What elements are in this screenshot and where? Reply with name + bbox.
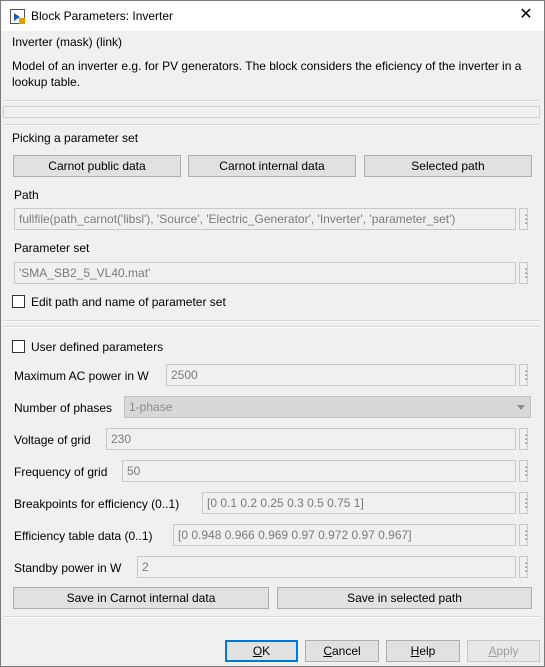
divider bbox=[3, 326, 540, 328]
more-options-icon[interactable] bbox=[519, 262, 528, 284]
breakpoints-field[interactable]: [0 0.1 0.2 0.25 0.3 0.5 0.75 1] bbox=[202, 492, 516, 514]
parameter-set-field[interactable]: 'SMA_SB2_5_VL40.mat' bbox=[14, 262, 516, 284]
max-ac-power-label: Maximum AC power in W bbox=[14, 369, 149, 383]
parameter-set-heading: Picking a parameter set bbox=[12, 131, 139, 145]
empty-panel bbox=[3, 106, 540, 118]
divider bbox=[3, 320, 540, 322]
more-options-icon[interactable] bbox=[519, 364, 528, 386]
save-selected-path-button[interactable]: Save in selected path bbox=[277, 587, 532, 609]
window-title: Block Parameters: Inverter bbox=[31, 9, 174, 23]
efficiency-table-label: Efficiency table data (0..1) bbox=[14, 529, 153, 543]
frequency-of-grid-label: Frequency of grid bbox=[14, 465, 108, 479]
cancel-button[interactable]: Cancel bbox=[305, 640, 379, 662]
voltage-of-grid-label: Voltage of grid bbox=[14, 433, 91, 447]
more-options-icon[interactable] bbox=[519, 556, 528, 578]
selected-path-button[interactable]: Selected path bbox=[364, 155, 532, 177]
number-of-phases-value: 1-phase bbox=[129, 400, 173, 414]
title-bar: Block Parameters: Inverter ✕ bbox=[0, 0, 545, 31]
parameter-set-label: Parameter set bbox=[14, 241, 90, 255]
chevron-down-icon bbox=[517, 405, 525, 410]
more-options-icon[interactable] bbox=[519, 460, 528, 482]
efficiency-table-field[interactable]: [0 0.948 0.966 0.969 0.97 0.972 0.97 0.9… bbox=[173, 524, 516, 546]
simulink-block-icon bbox=[10, 9, 25, 24]
standby-power-label: Standby power in W bbox=[14, 561, 122, 575]
voltage-of-grid-field[interactable]: 230 bbox=[106, 428, 516, 450]
breakpoints-label: Breakpoints for efficiency (0..1) bbox=[14, 497, 180, 511]
path-label: Path bbox=[14, 188, 39, 202]
user-defined-parameters-checkbox[interactable] bbox=[12, 340, 25, 353]
number-of-phases-label: Number of phases bbox=[14, 401, 113, 415]
edit-path-checkbox[interactable] bbox=[12, 295, 25, 308]
frequency-of-grid-field[interactable]: 50 bbox=[122, 460, 516, 482]
more-options-icon[interactable] bbox=[519, 524, 528, 546]
divider bbox=[3, 616, 540, 618]
more-options-icon[interactable] bbox=[519, 208, 528, 230]
number-of-phases-select[interactable]: 1-phase bbox=[124, 396, 531, 418]
ok-button[interactable]: OK bbox=[225, 640, 298, 662]
more-options-icon[interactable] bbox=[519, 428, 528, 450]
mask-description: Model of an inverter e.g. for PV generat… bbox=[12, 59, 522, 89]
help-button[interactable]: Help bbox=[386, 640, 460, 662]
divider bbox=[3, 124, 540, 126]
close-icon[interactable]: ✕ bbox=[518, 7, 534, 23]
path-field[interactable]: fullfile(path_carnot('libsl'), 'Source',… bbox=[14, 208, 516, 230]
carnot-public-data-button[interactable]: Carnot public data bbox=[13, 155, 181, 177]
apply-button[interactable]: Apply bbox=[467, 640, 540, 662]
standby-power-field[interactable]: 2 bbox=[137, 556, 516, 578]
max-ac-power-field[interactable]: 2500 bbox=[166, 364, 516, 386]
user-defined-parameters-label: User defined parameters bbox=[31, 340, 164, 354]
more-options-icon[interactable] bbox=[519, 492, 528, 514]
carnot-internal-data-button[interactable]: Carnot internal data bbox=[188, 155, 356, 177]
divider bbox=[3, 100, 540, 102]
edit-path-checkbox-label: Edit path and name of parameter set bbox=[31, 295, 226, 309]
save-internal-data-button[interactable]: Save in Carnot internal data bbox=[13, 587, 269, 609]
mask-heading: Inverter (mask) (link) bbox=[12, 35, 123, 49]
